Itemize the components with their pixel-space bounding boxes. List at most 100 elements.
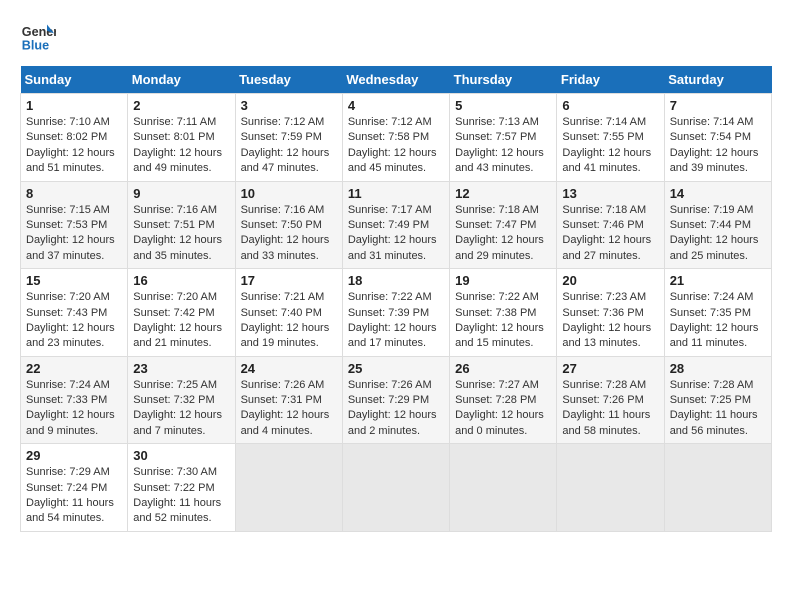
- day-number: 1: [26, 98, 122, 113]
- day-detail: Sunrise: 7:18 AMSunset: 7:47 PMDaylight:…: [455, 203, 551, 265]
- svg-text:Blue: Blue: [22, 39, 49, 53]
- calendar-cell: 25 Sunrise: 7:26 AMSunset: 7:29 PMDayligh…: [342, 356, 449, 444]
- day-detail: Sunrise: 7:17 AMSunset: 7:49 PMDaylight:…: [348, 203, 444, 265]
- calendar-week-row: 22Sunrise: 7:24 AMSunset: 7:33 PMDayligh…: [21, 356, 772, 444]
- day-of-week-header: Sunday: [21, 66, 128, 94]
- calendar-body: 1 Sunrise: 7:10 AMSunset: 8:02 PMDaylight…: [21, 94, 772, 532]
- day-detail: Sunrise: 7:29 AMSunset: 7:24 PMDaylight:…: [26, 465, 122, 527]
- day-detail: Sunrise: 7:28 AMSunset: 7:25 PMDaylight:…: [670, 378, 766, 440]
- day-detail: Sunrise: 7:26 AMSunset: 7:29 PMDaylight:…: [348, 378, 444, 440]
- day-detail: Sunrise: 7:28 AMSunset: 7:26 PMDaylight:…: [562, 378, 658, 440]
- day-detail: Sunrise: 7:30 AMSunset: 7:22 PMDaylight:…: [133, 465, 229, 527]
- day-of-week-header: Saturday: [664, 66, 771, 94]
- calendar-cell: 20Sunrise: 7:23 AMSunset: 7:36 PMDayligh…: [557, 269, 664, 357]
- day-of-week-header: Tuesday: [235, 66, 342, 94]
- calendar-cell: [664, 444, 771, 532]
- day-detail: Sunrise: 7:15 AMSunset: 7:53 PMDaylight:…: [26, 203, 122, 265]
- calendar-cell: 2 Sunrise: 7:11 AMSunset: 8:01 PMDaylight…: [128, 94, 235, 182]
- calendar-cell: [450, 444, 557, 532]
- day-number: 20: [562, 273, 658, 288]
- day-of-week-header: Friday: [557, 66, 664, 94]
- calendar-cell: 14 Sunrise: 7:19 AMSunset: 7:44 PMDayligh…: [664, 181, 771, 269]
- day-number: 18: [348, 273, 444, 288]
- day-detail: Sunrise: 7:18 AMSunset: 7:46 PMDaylight:…: [562, 203, 658, 265]
- day-number: 24: [241, 361, 337, 376]
- day-number: 26: [455, 361, 551, 376]
- day-detail: Sunrise: 7:26 AMSunset: 7:31 PMDaylight:…: [241, 378, 337, 440]
- calendar-cell: 7 Sunrise: 7:14 AMSunset: 7:54 PMDaylight…: [664, 94, 771, 182]
- calendar-cell: 11Sunrise: 7:17 AMSunset: 7:49 PMDayligh…: [342, 181, 449, 269]
- calendar-cell: 9Sunrise: 7:16 AMSunset: 7:51 PMDaylight…: [128, 181, 235, 269]
- day-detail: Sunrise: 7:12 AMSunset: 7:58 PMDaylight:…: [348, 115, 444, 177]
- calendar-cell: 18Sunrise: 7:22 AMSunset: 7:39 PMDayligh…: [342, 269, 449, 357]
- day-detail: Sunrise: 7:16 AMSunset: 7:51 PMDaylight:…: [133, 203, 229, 265]
- calendar-cell: 17Sunrise: 7:21 AMSunset: 7:40 PMDayligh…: [235, 269, 342, 357]
- calendar-cell: 4 Sunrise: 7:12 AMSunset: 7:58 PMDaylight…: [342, 94, 449, 182]
- day-number: 6: [562, 98, 658, 113]
- day-number: 4: [348, 98, 444, 113]
- day-detail: Sunrise: 7:22 AMSunset: 7:38 PMDaylight:…: [455, 290, 551, 352]
- day-number: 29: [26, 448, 122, 463]
- day-detail: Sunrise: 7:25 AMSunset: 7:32 PMDaylight:…: [133, 378, 229, 440]
- day-detail: Sunrise: 7:20 AMSunset: 7:43 PMDaylight:…: [26, 290, 122, 352]
- calendar-cell: 26 Sunrise: 7:27 AMSunset: 7:28 PMDayligh…: [450, 356, 557, 444]
- logo-icon: General Blue: [20, 20, 56, 56]
- day-number: 12: [455, 186, 551, 201]
- day-number: 14: [670, 186, 766, 201]
- day-detail: Sunrise: 7:10 AMSunset: 8:02 PMDaylight:…: [26, 115, 122, 177]
- calendar-cell: 24 Sunrise: 7:26 AMSunset: 7:31 PMDayligh…: [235, 356, 342, 444]
- day-detail: Sunrise: 7:14 AMSunset: 7:54 PMDaylight:…: [670, 115, 766, 177]
- calendar-cell: 6 Sunrise: 7:14 AMSunset: 7:55 PMDaylight…: [557, 94, 664, 182]
- day-number: 10: [241, 186, 337, 201]
- calendar-week-row: 1 Sunrise: 7:10 AMSunset: 8:02 PMDaylight…: [21, 94, 772, 182]
- day-number: 25: [348, 361, 444, 376]
- calendar-cell: 13Sunrise: 7:18 AMSunset: 7:46 PMDayligh…: [557, 181, 664, 269]
- calendar-cell: [235, 444, 342, 532]
- day-number: 30: [133, 448, 229, 463]
- day-of-week-header: Thursday: [450, 66, 557, 94]
- day-number: 3: [241, 98, 337, 113]
- calendar-week-row: 15 Sunrise: 7:20 AMSunset: 7:43 PMDayligh…: [21, 269, 772, 357]
- calendar-week-row: 29 Sunrise: 7:29 AMSunset: 7:24 PMDayligh…: [21, 444, 772, 532]
- page-header: General Blue: [20, 20, 772, 56]
- day-number: 5: [455, 98, 551, 113]
- day-number: 16: [133, 273, 229, 288]
- calendar-table: SundayMondayTuesdayWednesdayThursdayFrid…: [20, 66, 772, 532]
- calendar-cell: 1 Sunrise: 7:10 AMSunset: 8:02 PMDaylight…: [21, 94, 128, 182]
- day-detail: Sunrise: 7:19 AMSunset: 7:44 PMDaylight:…: [670, 203, 766, 265]
- day-detail: Sunrise: 7:24 AMSunset: 7:35 PMDaylight:…: [670, 290, 766, 352]
- calendar-cell: 29 Sunrise: 7:29 AMSunset: 7:24 PMDayligh…: [21, 444, 128, 532]
- day-detail: Sunrise: 7:27 AMSunset: 7:28 PMDaylight:…: [455, 378, 551, 440]
- day-detail: Sunrise: 7:13 AMSunset: 7:57 PMDaylight:…: [455, 115, 551, 177]
- day-number: 28: [670, 361, 766, 376]
- day-number: 2: [133, 98, 229, 113]
- day-number: 15: [26, 273, 122, 288]
- logo: General Blue: [20, 20, 56, 56]
- day-detail: Sunrise: 7:21 AMSunset: 7:40 PMDaylight:…: [241, 290, 337, 352]
- calendar-cell: 19 Sunrise: 7:22 AMSunset: 7:38 PMDayligh…: [450, 269, 557, 357]
- calendar-cell: 8 Sunrise: 7:15 AMSunset: 7:53 PMDaylight…: [21, 181, 128, 269]
- day-number: 27: [562, 361, 658, 376]
- calendar-cell: 12 Sunrise: 7:18 AMSunset: 7:47 PMDayligh…: [450, 181, 557, 269]
- calendar-cell: 3 Sunrise: 7:12 AMSunset: 7:59 PMDaylight…: [235, 94, 342, 182]
- day-detail: Sunrise: 7:16 AMSunset: 7:50 PMDaylight:…: [241, 203, 337, 265]
- day-detail: Sunrise: 7:12 AMSunset: 7:59 PMDaylight:…: [241, 115, 337, 177]
- day-number: 19: [455, 273, 551, 288]
- day-number: 7: [670, 98, 766, 113]
- calendar-cell: [557, 444, 664, 532]
- day-number: 21: [670, 273, 766, 288]
- day-detail: Sunrise: 7:14 AMSunset: 7:55 PMDaylight:…: [562, 115, 658, 177]
- day-detail: Sunrise: 7:11 AMSunset: 8:01 PMDaylight:…: [133, 115, 229, 177]
- calendar-cell: 30 Sunrise: 7:30 AMSunset: 7:22 PMDayligh…: [128, 444, 235, 532]
- calendar-cell: 10 Sunrise: 7:16 AMSunset: 7:50 PMDayligh…: [235, 181, 342, 269]
- calendar-cell: 23Sunrise: 7:25 AMSunset: 7:32 PMDayligh…: [128, 356, 235, 444]
- calendar-cell: 21 Sunrise: 7:24 AMSunset: 7:35 PMDayligh…: [664, 269, 771, 357]
- calendar-cell: 27 Sunrise: 7:28 AMSunset: 7:26 PMDayligh…: [557, 356, 664, 444]
- calendar-cell: 22Sunrise: 7:24 AMSunset: 7:33 PMDayligh…: [21, 356, 128, 444]
- calendar-cell: 28 Sunrise: 7:28 AMSunset: 7:25 PMDayligh…: [664, 356, 771, 444]
- calendar-header-row: SundayMondayTuesdayWednesdayThursdayFrid…: [21, 66, 772, 94]
- calendar-cell: 5 Sunrise: 7:13 AMSunset: 7:57 PMDaylight…: [450, 94, 557, 182]
- calendar-week-row: 8 Sunrise: 7:15 AMSunset: 7:53 PMDaylight…: [21, 181, 772, 269]
- day-of-week-header: Monday: [128, 66, 235, 94]
- day-number: 8: [26, 186, 122, 201]
